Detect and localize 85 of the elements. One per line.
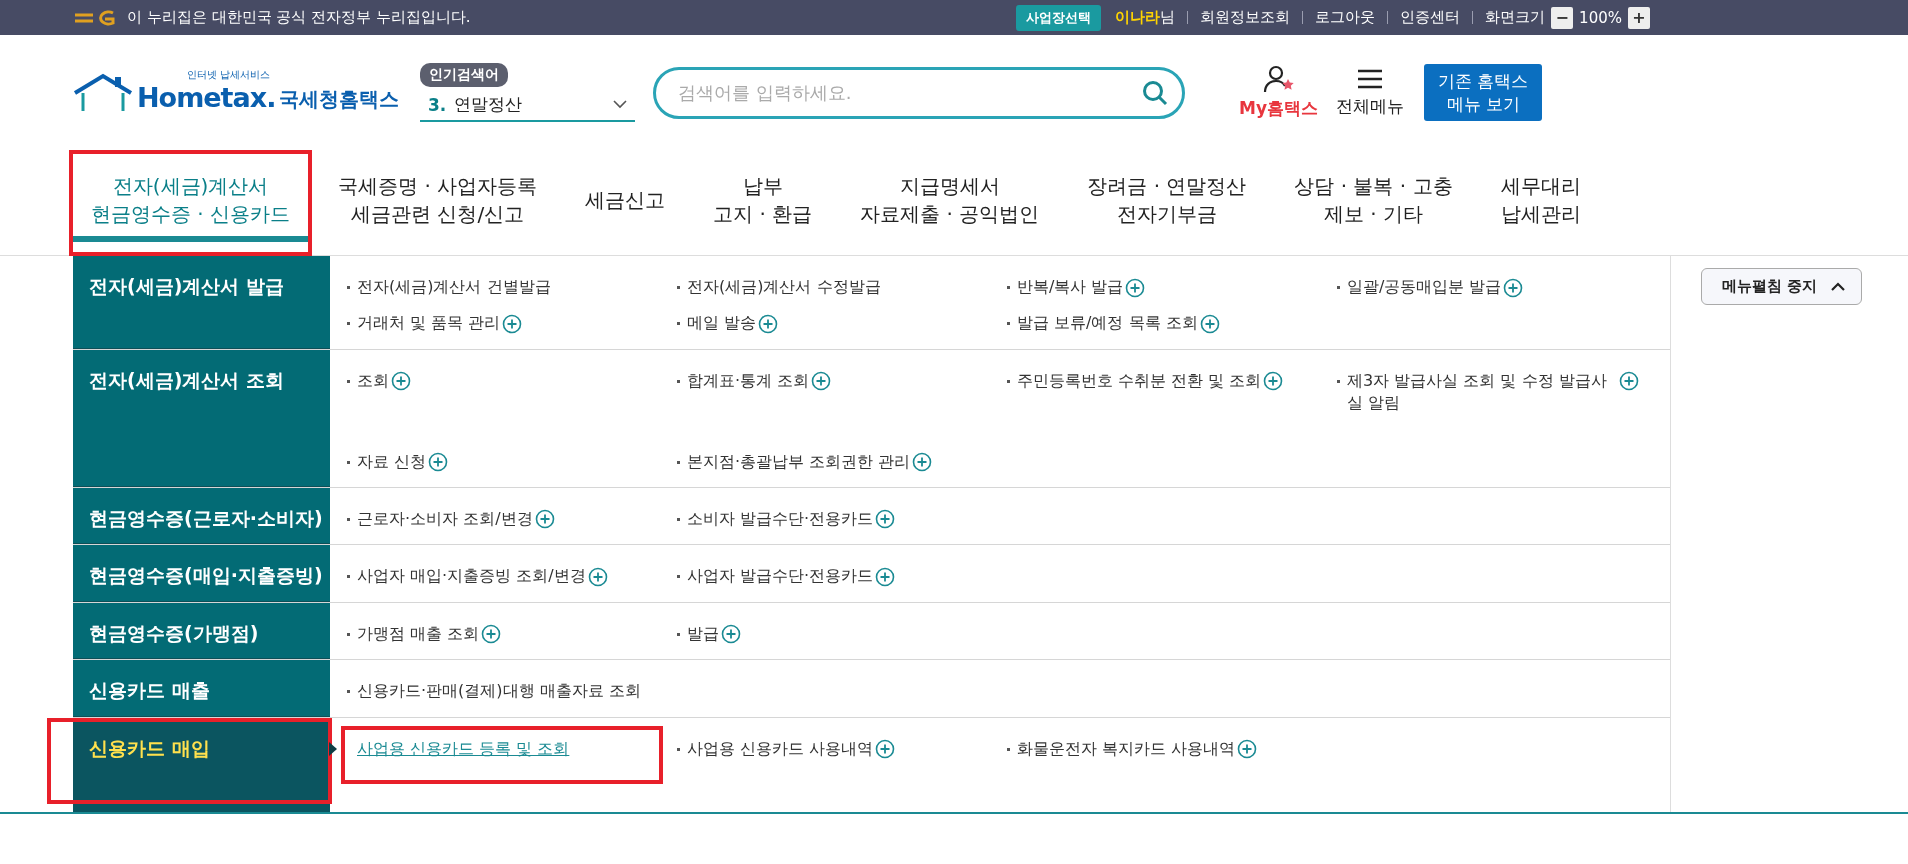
menu-link[interactable]: 본지점·총괄납부 조회권한 관리 bbox=[687, 451, 911, 471]
nav-tab[interactable]: 전자(세금)계산서 현금영수증 · 신용카드 bbox=[73, 163, 309, 242]
chevron-icon bbox=[613, 100, 627, 109]
menu-link[interactable]: 조회 bbox=[357, 370, 389, 390]
menu-category[interactable]: 전자(세금)계산서 발급 bbox=[73, 256, 330, 349]
menu-link[interactable]: 반복/복사 발급 bbox=[1017, 277, 1124, 296]
zoom-label: 화면크기 bbox=[1485, 8, 1546, 27]
menu-link[interactable]: 화물운전자 복지카드 사용내역 bbox=[1017, 738, 1236, 758]
menu-link[interactable]: 거래처 및 품목 관리 bbox=[357, 313, 501, 333]
all-menu-button[interactable]: 전체메뉴 bbox=[1336, 67, 1404, 118]
top-link[interactable]: 인증센터 bbox=[1400, 8, 1461, 27]
zoom-in-button[interactable]: + bbox=[1628, 6, 1650, 29]
plus-icon[interactable] bbox=[1619, 371, 1639, 392]
user-name: 이나라 bbox=[1115, 8, 1161, 27]
top-link[interactable]: 로그아웃 bbox=[1315, 8, 1376, 27]
menu-link[interactable]: 전자(세금)계산서 건별발급 bbox=[357, 277, 551, 296]
nav-tab[interactable]: 지급명세서 자료제출 · 공익법인 bbox=[842, 163, 1058, 242]
nav-tab[interactable]: 국세증명 · 사업자등록 세금관련 신청/신고 bbox=[320, 163, 556, 242]
plus-icon[interactable] bbox=[502, 313, 523, 334]
menu-link[interactable]: 메일 발송 bbox=[687, 313, 757, 333]
plus-icon[interactable] bbox=[721, 624, 741, 645]
menu-category[interactable]: 전자(세금)계산서 조회 bbox=[73, 349, 330, 487]
menu-link[interactable]: 사업자 매입·지출증빙 조회/변경 bbox=[357, 566, 586, 586]
menu-category[interactable]: 신용카드 매출 bbox=[73, 660, 330, 717]
menu-icon bbox=[1356, 67, 1384, 91]
user-suffix: 님 bbox=[1160, 8, 1176, 27]
popular-select[interactable]: 3. 연말정산 bbox=[420, 89, 635, 122]
plus-icon[interactable] bbox=[391, 371, 411, 392]
logo-icon bbox=[73, 9, 117, 26]
zoom-value: 100% bbox=[1579, 8, 1622, 27]
plus-icon[interactable] bbox=[875, 566, 896, 587]
notice-text: 이 누리집은 대한민국 공식 전자정부 누리집입니다. bbox=[127, 8, 471, 27]
legacy-menu-button[interactable]: 기존 홈택스 메뉴 보기 bbox=[1424, 64, 1543, 121]
plus-icon[interactable] bbox=[587, 566, 608, 587]
menu-link[interactable]: 일괄/공동매입분 발급 bbox=[1347, 276, 1502, 299]
plus-icon[interactable] bbox=[1237, 739, 1258, 759]
plus-icon[interactable] bbox=[1503, 277, 1524, 298]
menu-link[interactable]: 발급 bbox=[687, 623, 719, 643]
menu-link[interactable]: 사업용 신용카드 등록 및 조회 bbox=[357, 738, 570, 758]
menu-link[interactable]: 사업용 신용카드 사용내역 bbox=[687, 738, 874, 758]
menu-link[interactable]: 주민등록번호 수취분 전환 및 조회 bbox=[1017, 370, 1262, 390]
menu-category[interactable]: 현금영수증(매입·지출증빙) bbox=[73, 545, 330, 602]
plus-icon[interactable] bbox=[1263, 371, 1284, 392]
pointer-icon bbox=[329, 741, 337, 756]
menu-category[interactable]: 현금영수증(근로자·소비자) bbox=[73, 487, 330, 545]
logo-tagline: 인터넷 납세서비스 bbox=[187, 68, 271, 82]
menu-link[interactable]: 자료 신청 bbox=[357, 451, 427, 471]
plus-icon[interactable] bbox=[758, 313, 779, 334]
logo-wordmark: Hometax. bbox=[137, 82, 276, 113]
menu-link[interactable]: 제3자 발급사실 조회 및 수정 발급사실 알림 bbox=[1347, 369, 1617, 415]
collapse-menu-button[interactable]: 메뉴펼침 중지 bbox=[1701, 268, 1863, 305]
plus-icon[interactable] bbox=[811, 371, 832, 392]
logo-name: 국세청홈택스 bbox=[279, 86, 400, 113]
menu-link[interactable]: 발급 보류/예정 목록 조회 bbox=[1017, 313, 1198, 333]
plus-icon[interactable] bbox=[1125, 277, 1146, 298]
plus-icon[interactable] bbox=[481, 624, 502, 645]
top-link[interactable]: 회원정보조회 bbox=[1200, 8, 1291, 27]
menu-link[interactable]: 소비자 발급수단·전용카드 bbox=[687, 508, 874, 528]
nav-tab[interactable]: 상담 · 불복 · 고충 제보 · 기타 bbox=[1276, 163, 1471, 242]
plus-icon[interactable] bbox=[428, 452, 449, 473]
nav-tab[interactable]: 장려금 · 연말정산 전자기부금 bbox=[1069, 163, 1265, 242]
search-field[interactable]: 검색어를 입력하세요. bbox=[678, 69, 1142, 116]
plus-icon[interactable] bbox=[875, 739, 896, 759]
plus-icon[interactable] bbox=[875, 509, 896, 530]
menu-link[interactable]: 합계표·통계 조회 bbox=[687, 370, 810, 390]
menu-link[interactable]: 근로자·소비자 조회/변경 bbox=[357, 508, 533, 528]
plus-icon[interactable] bbox=[534, 509, 555, 530]
chevron-up-icon bbox=[1831, 282, 1846, 291]
plus-icon[interactable] bbox=[1199, 313, 1220, 334]
menu-link[interactable]: 가맹점 매출 조회 bbox=[357, 623, 480, 643]
menu-link[interactable]: 사업자 발급수단·전용카드 bbox=[687, 566, 874, 586]
house-icon bbox=[73, 73, 133, 113]
nav-tab[interactable]: 납부 고지 · 환급 bbox=[695, 163, 831, 242]
nav-tab[interactable]: 세금신고 bbox=[567, 177, 684, 228]
plus-icon[interactable] bbox=[912, 452, 933, 473]
zoom-out-button[interactable]: − bbox=[1551, 6, 1574, 29]
nav-tab[interactable]: 세무대리 납세관리 bbox=[1482, 163, 1599, 242]
person-icon bbox=[1262, 65, 1295, 93]
menu-link[interactable]: 신용카드·판매(결제)대행 매출자료 조회 bbox=[357, 681, 641, 701]
menu-category[interactable]: 현금영수증(가맹점) bbox=[73, 602, 330, 660]
search-box[interactable]: 검색어를 입력하세요. bbox=[653, 66, 1185, 119]
my-hometax-button[interactable]: My홈택스 bbox=[1239, 65, 1318, 120]
search-icon[interactable] bbox=[1142, 79, 1168, 106]
menu-link[interactable]: 전자(세금)계산서 수정발급 bbox=[687, 277, 881, 296]
popular-badge: 인기검색어 bbox=[420, 63, 508, 87]
